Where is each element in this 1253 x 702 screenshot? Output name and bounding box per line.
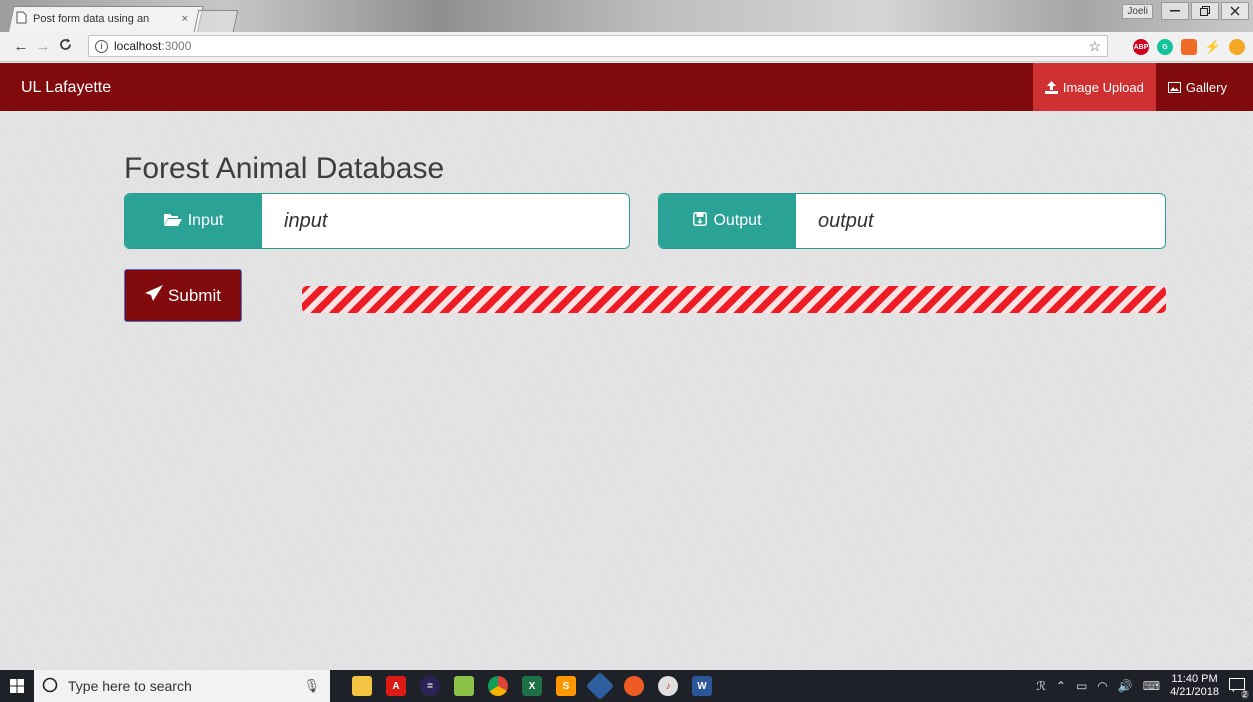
volume-icon[interactable]: 🔊 — [1118, 679, 1133, 693]
nav-links: Image Upload Gallery — [1032, 63, 1239, 111]
excel-icon[interactable]: X — [522, 676, 542, 696]
nav-image-upload-label: Image Upload — [1062, 79, 1144, 95]
progress-bar — [302, 286, 1166, 313]
forward-icon[interactable]: → — [32, 38, 54, 55]
page-icon — [16, 11, 27, 27]
upload-icon — [1044, 80, 1058, 94]
people-icon[interactable]: ℛ — [1036, 679, 1046, 693]
grammarly-icon[interactable]: G — [1157, 39, 1173, 55]
file-explorer-icon[interactable] — [352, 676, 372, 696]
back-icon[interactable]: ← — [10, 38, 32, 55]
address-bar: ← → i localhost :3000 ☆ ABP G ⚡ — [0, 32, 1253, 62]
new-tab-button[interactable] — [193, 10, 239, 32]
picture-icon — [1167, 81, 1181, 93]
notification-count: 2 — [1240, 689, 1249, 699]
windows-taskbar: Type here to search 🎙 A = X S ♪ W ℛ ⌃ ▭ … — [0, 670, 1253, 702]
eclipse-icon[interactable]: = — [420, 676, 440, 696]
clock-time: 11:40 PM — [1171, 673, 1218, 685]
send-icon — [145, 285, 164, 306]
tab-title: Post form data using an — [33, 13, 150, 25]
chrome-icon[interactable] — [488, 676, 508, 696]
output-addon-label: Output — [713, 212, 762, 229]
keyboard-icon[interactable]: ⌨ — [1143, 679, 1160, 693]
progress-bar-fill — [302, 286, 1166, 313]
cortana-icon — [42, 677, 58, 696]
extension-icons: ABP G ⚡ — [1133, 39, 1245, 55]
notepad-icon[interactable] — [454, 676, 474, 696]
floppy-save-icon — [693, 211, 708, 231]
output-group: Output — [658, 193, 1166, 249]
input-addon-label: Input — [187, 212, 224, 229]
window-controls: Joeli — [1122, 2, 1249, 20]
battery-icon[interactable]: ▭ — [1076, 679, 1087, 693]
reload-icon[interactable] — [54, 38, 76, 55]
taskbar-pinned-apps: A = X S ♪ W — [352, 671, 712, 701]
profile-chip[interactable]: Joeli — [1122, 3, 1153, 19]
system-tray: ℛ ⌃ ▭ ◠ 🔊 ⌨ 11:40 PM 4/21/2018 2 — [1036, 670, 1249, 702]
input-field[interactable] — [262, 194, 629, 248]
nav-gallery[interactable]: Gallery — [1156, 63, 1239, 111]
input-group: Input — [124, 193, 630, 249]
url-host: localhost — [114, 39, 162, 53]
page-title: Forest Animal Database — [124, 152, 445, 185]
info-icon[interactable]: i — [95, 39, 108, 53]
bookmark-star-icon[interactable]: ☆ — [1088, 38, 1101, 55]
extension-lightning-icon[interactable]: ⚡ — [1205, 39, 1221, 55]
nav-gallery-label: Gallery — [1185, 79, 1227, 95]
input-addon: Input — [125, 194, 262, 248]
brand-link[interactable]: UL Lafayette — [21, 79, 111, 97]
taskbar-search-placeholder: Type here to search — [68, 678, 192, 694]
extension-orange-icon[interactable] — [1181, 39, 1197, 55]
itunes-icon[interactable]: ♪ — [658, 676, 678, 696]
action-center-icon[interactable]: 2 — [1229, 677, 1249, 699]
tray-expand-icon[interactable]: ⌃ — [1056, 679, 1066, 693]
top-navbar: UL Lafayette Image Upload Gallery — [0, 63, 1253, 111]
taskbar-clock[interactable]: 11:40 PM 4/21/2018 — [1170, 673, 1219, 699]
tab-close-icon[interactable]: × — [182, 13, 188, 25]
adblock-icon[interactable]: ABP — [1133, 39, 1149, 55]
microphone-icon[interactable]: 🎙 — [303, 678, 320, 694]
url-input[interactable]: i localhost :3000 ☆ — [88, 35, 1108, 57]
output-addon: Output — [659, 194, 796, 248]
submit-button[interactable]: Submit — [124, 269, 242, 322]
minimize-icon[interactable] — [1161, 2, 1189, 20]
folder-open-icon — [163, 212, 182, 231]
maximize-icon[interactable] — [1191, 2, 1219, 20]
browser-tab-content[interactable]: Post form data using an × — [16, 9, 196, 29]
angular-icon[interactable]: A — [386, 676, 406, 696]
output-field[interactable] — [796, 194, 1165, 248]
postman-icon[interactable] — [624, 676, 644, 696]
taskbar-search[interactable]: Type here to search 🎙 — [34, 670, 330, 702]
clock-date: 4/21/2018 — [1170, 686, 1219, 698]
url-port: :3000 — [161, 39, 192, 53]
submit-label: Submit — [168, 285, 221, 305]
nav-image-upload[interactable]: Image Upload — [1032, 63, 1156, 111]
git-icon[interactable] — [585, 671, 615, 701]
sublime-icon[interactable]: S — [556, 676, 576, 696]
wifi-icon[interactable]: ◠ — [1097, 679, 1107, 693]
extension-yellow-icon[interactable] — [1229, 39, 1245, 55]
close-window-icon[interactable] — [1221, 2, 1249, 20]
word-icon[interactable]: W — [692, 676, 712, 696]
browser-tabstrip: Post form data using an × Joeli — [0, 0, 1253, 32]
windows-start-icon[interactable] — [0, 670, 34, 702]
page-content: UL Lafayette Image Upload Gallery Forest… — [0, 63, 1253, 670]
